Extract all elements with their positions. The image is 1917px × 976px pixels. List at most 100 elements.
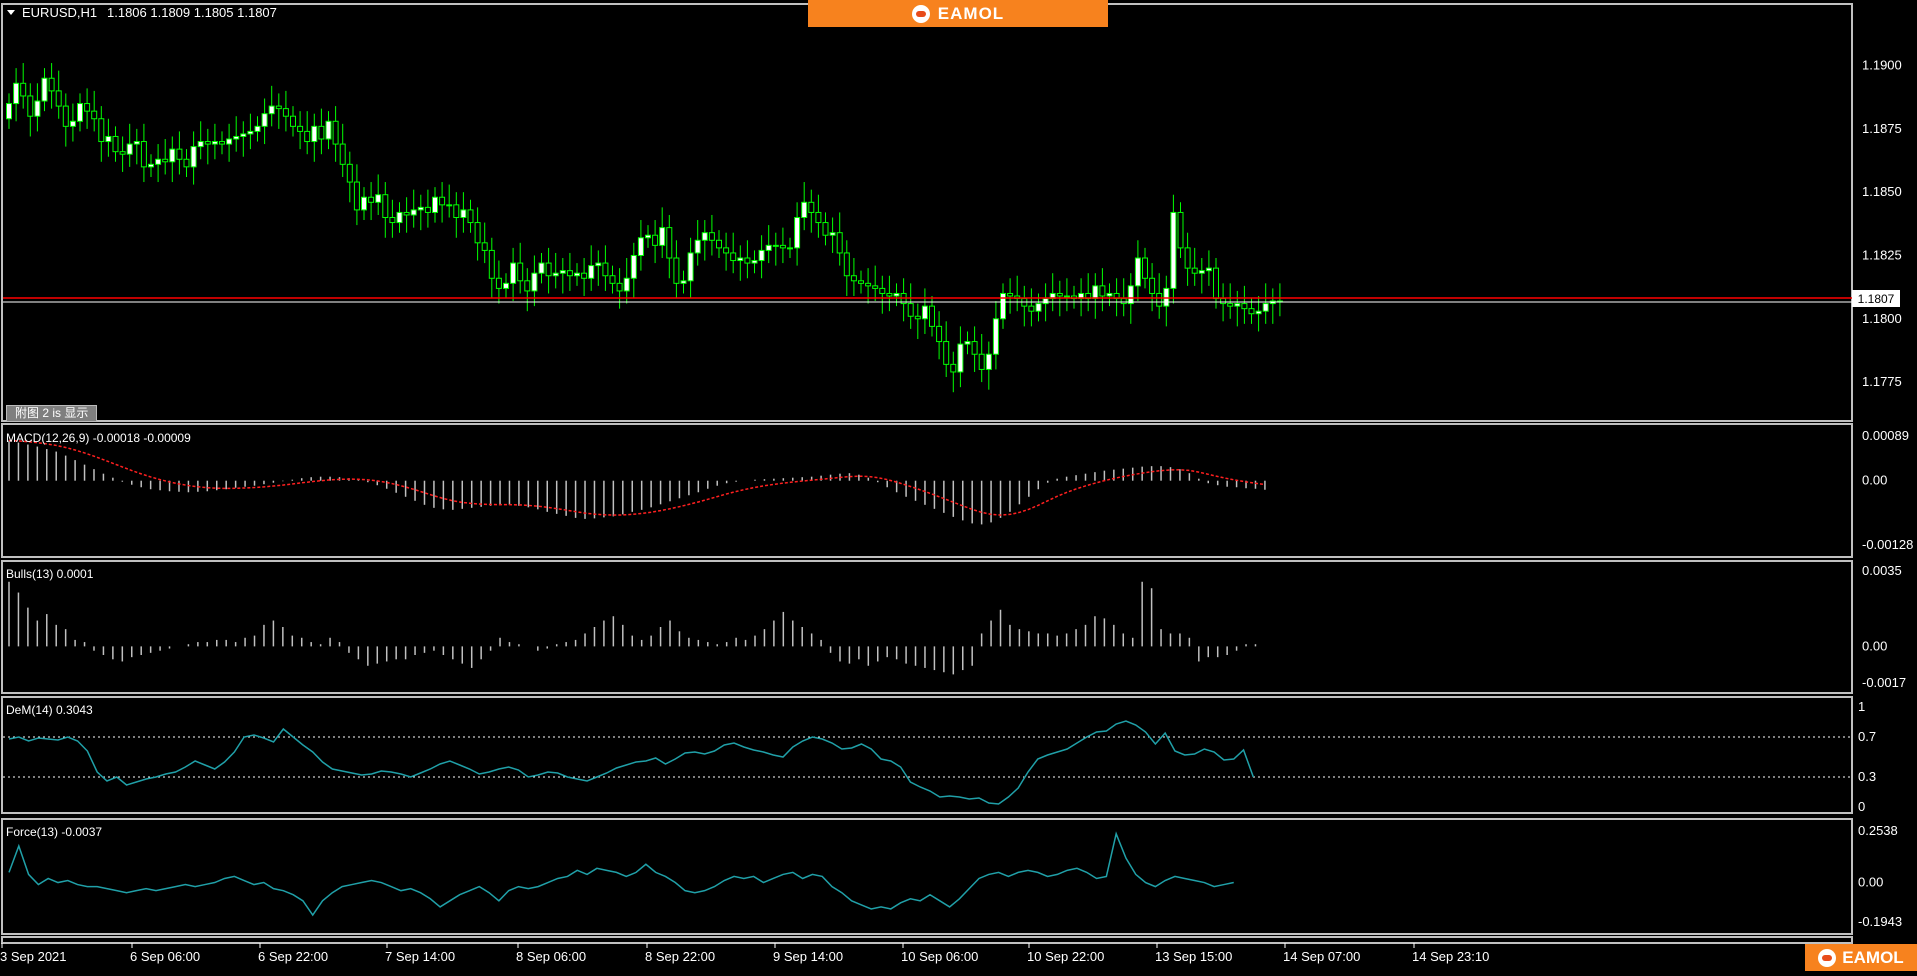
- candle-body: [566, 270, 573, 277]
- candle-body: [1262, 303, 1269, 312]
- candle-body: [758, 249, 765, 262]
- candle-body: [985, 353, 992, 370]
- metatrader-chart-window[interactable]: 1.1900 1.1875 1.1850 1.1825 1.1800 1.1775 0.00…: [0, 0, 1917, 971]
- candle-body: [1028, 305, 1035, 312]
- indicator-tick-label: 0.00: [1862, 638, 1887, 653]
- candle-body: [964, 341, 971, 345]
- candle-body: [1205, 267, 1212, 272]
- dropdown-triangle-icon[interactable]: [7, 10, 15, 15]
- candle-body: [148, 163, 154, 168]
- candle-body: [609, 275, 616, 284]
- candle-body: [886, 292, 893, 297]
- candle-body: [417, 206, 424, 211]
- price-tick-label: 1.1825: [1862, 247, 1902, 262]
- candle-body: [247, 130, 254, 135]
- candle-body: [1156, 292, 1163, 307]
- candle-body: [1234, 303, 1241, 307]
- candle-body: [1120, 298, 1127, 305]
- candle-body: [133, 141, 140, 145]
- candle-body: [275, 105, 282, 110]
- candle-body: [318, 125, 325, 140]
- candle-body: [183, 158, 190, 168]
- dem-line: [8, 720, 1255, 805]
- candle-body: [503, 282, 509, 289]
- candle-body: [978, 353, 985, 370]
- candle-body: [446, 204, 453, 207]
- candle-body: [737, 257, 744, 262]
- force-pane-frame: [1, 818, 1853, 935]
- candle-body: [708, 232, 715, 241]
- indicator-tick-label: 0.00089: [1862, 428, 1909, 443]
- force-tick-label: 0.00: [1858, 875, 1883, 890]
- candle-body: [779, 244, 786, 249]
- candle-body: [666, 227, 673, 259]
- candle-body: [119, 151, 126, 155]
- candle-body: [403, 211, 410, 216]
- candle-body: [595, 262, 602, 267]
- candle-body: [723, 247, 730, 254]
- candle-body: [13, 82, 20, 105]
- candle-body: [659, 227, 666, 246]
- candle-body: [1198, 270, 1205, 274]
- price-tick-label: 1.1850: [1862, 184, 1902, 199]
- candle-body: [950, 363, 957, 373]
- candle-body: [929, 305, 935, 327]
- candle-body: [815, 211, 822, 224]
- candle-body: [467, 209, 474, 224]
- eamol-banner[interactable]: EAMOL: [808, 0, 1108, 27]
- force-pane-label: Force(13) -0.0037: [6, 825, 102, 839]
- candle-body: [836, 232, 843, 254]
- candle-body: [943, 341, 950, 365]
- candle-body: [389, 217, 396, 224]
- candle-body: [62, 105, 69, 127]
- candle-body: [1092, 285, 1099, 300]
- candle-body: [1213, 267, 1219, 300]
- candle-body: [382, 194, 389, 218]
- candle-body: [858, 280, 864, 284]
- subwindow-tag[interactable]: 附图 2 is 显示: [6, 405, 98, 422]
- candle-body: [787, 247, 793, 250]
- corner-brand-text: EAMOL: [1842, 947, 1904, 967]
- candle-body: [1241, 303, 1248, 310]
- dem-tick-label: 1: [1858, 699, 1865, 714]
- candle-body: [1099, 285, 1106, 297]
- candle-body: [375, 194, 382, 203]
- candle-body: [552, 272, 559, 277]
- candle-body: [361, 196, 367, 211]
- candle-body: [432, 196, 438, 213]
- candle-body: [261, 113, 268, 127]
- candle-body: [701, 232, 708, 241]
- candle-body: [34, 100, 41, 117]
- candle-body: [1170, 211, 1177, 289]
- candle-body: [843, 252, 850, 277]
- main-pane-frame: [1, 3, 1853, 422]
- candle-body: [311, 125, 318, 143]
- candle-body: [481, 242, 488, 251]
- candle-body: [872, 285, 879, 289]
- candle-body: [730, 252, 737, 262]
- chart-canvas[interactable]: 1.1900 1.1875 1.1850 1.1825 1.1800 1.1775 0.00…: [0, 0, 1917, 971]
- candle-body: [971, 341, 978, 355]
- candle-body: [687, 252, 694, 282]
- candle-body: [581, 272, 588, 279]
- candle-body: [680, 280, 687, 284]
- chart-header: EURUSD,H1 1.1806 1.1809 1.1805 1.1807: [7, 5, 277, 20]
- candle-body: [652, 234, 659, 246]
- candle-body: [865, 282, 872, 287]
- eamol-logo-icon: [911, 4, 930, 23]
- candle-body: [645, 234, 651, 239]
- candle-body: [936, 325, 943, 343]
- time-axis-label: 13 Sep 15:00: [1155, 949, 1232, 964]
- candle-body: [410, 209, 417, 216]
- macd-pane-label: MACD(12,26,9) -0.00018 -0.00009: [6, 431, 191, 445]
- indicator-tick-label: -0.0017: [1862, 675, 1906, 690]
- candle-body: [368, 196, 375, 203]
- candle-body: [346, 163, 353, 183]
- candle-body: [353, 181, 360, 211]
- price-tick-label: 1.1800: [1862, 311, 1902, 326]
- price-tick-label: 1.1875: [1862, 121, 1902, 136]
- candle-body: [197, 141, 204, 148]
- candle-body: [98, 118, 105, 143]
- candle-body: [694, 239, 701, 254]
- candle-body: [112, 135, 119, 153]
